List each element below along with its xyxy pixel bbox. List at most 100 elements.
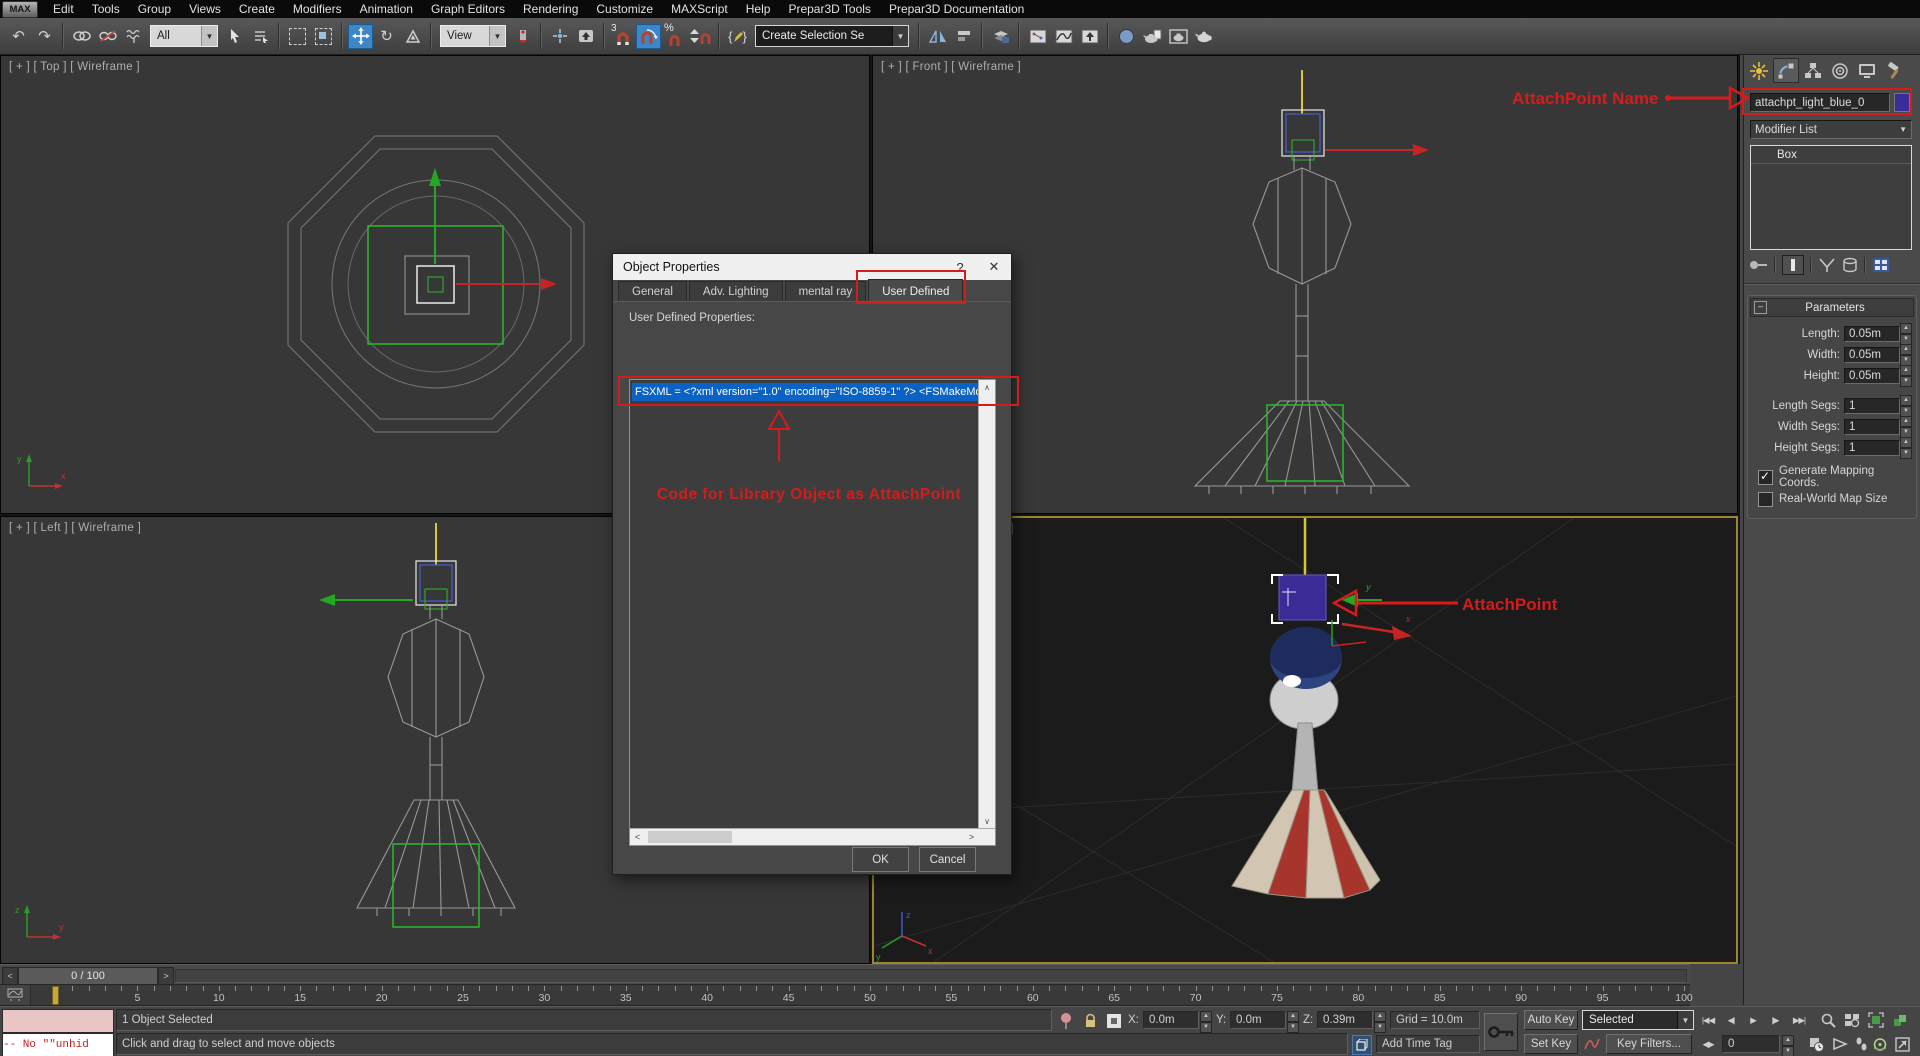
scroll-left-icon[interactable]: <	[630, 829, 645, 845]
key-mode-toggle-icon[interactable]: ◀▶	[1698, 1035, 1718, 1053]
zoom-extents-all-icon[interactable]	[1890, 1011, 1910, 1029]
select-and-link-icon[interactable]	[69, 24, 94, 49]
schematic-view-icon[interactable]	[1077, 24, 1102, 49]
selection-filter-dropdown[interactable]: All ▼	[150, 25, 218, 47]
select-and-manipulate-icon[interactable]	[547, 24, 572, 49]
make-unique-icon[interactable]	[1818, 257, 1836, 273]
reference-coordinate-system-dropdown[interactable]: View ▼	[440, 25, 506, 47]
menu-item[interactable]: Prepar3D Tools	[779, 0, 880, 18]
maxscript-listener-white[interactable]: -- No ""unhid	[2, 1033, 114, 1056]
menu-item[interactable]: Create	[230, 0, 284, 18]
tab-motion-icon[interactable]	[1827, 58, 1853, 83]
dialog-tab[interactable]: User Defined	[868, 279, 963, 303]
default-in-out-tangents-icon[interactable]	[1582, 1034, 1602, 1054]
tab-create-icon[interactable]	[1746, 58, 1772, 83]
snaps-toggle-icon[interactable]: 3	[610, 24, 635, 49]
y-spinner[interactable]: ▲▼	[1287, 1011, 1299, 1033]
spinner-control[interactable]: ▲▼	[1900, 365, 1912, 387]
pan-view-icon[interactable]	[1830, 1035, 1850, 1053]
time-tag-icon[interactable]	[1352, 1035, 1372, 1055]
redo-icon[interactable]: ↷	[32, 24, 57, 49]
undo-icon[interactable]: ↶	[6, 24, 31, 49]
percent-snap-toggle-icon[interactable]: %	[662, 24, 687, 49]
tab-display-icon[interactable]	[1854, 58, 1880, 83]
go-to-start-icon[interactable]: |◀◀	[1698, 1011, 1718, 1029]
go-to-end-icon[interactable]: ▶▶|	[1788, 1011, 1810, 1029]
parameter-field[interactable]: 1	[1844, 419, 1900, 435]
previous-frame-button[interactable]: <	[2, 967, 18, 985]
angle-snap-toggle-icon[interactable]	[636, 24, 661, 49]
rendered-frame-window-icon[interactable]	[1166, 24, 1191, 49]
select-and-move-icon[interactable]	[348, 24, 373, 49]
configure-modifier-sets-icon[interactable]	[1872, 257, 1890, 273]
checkbox[interactable]	[1758, 492, 1773, 507]
z-coordinate-field[interactable]: 0.39m	[1317, 1011, 1373, 1029]
rectangular-selection-region-icon[interactable]	[285, 24, 310, 49]
mirror-icon[interactable]	[925, 24, 950, 49]
graph-editors-icon[interactable]	[1025, 24, 1050, 49]
select-and-scale-icon[interactable]	[400, 24, 425, 49]
walk-through-icon[interactable]	[1852, 1035, 1870, 1053]
parameter-field[interactable]: 0.05m	[1844, 326, 1900, 342]
bind-to-space-warp-icon[interactable]	[121, 24, 146, 49]
menu-item[interactable]: Views	[180, 0, 230, 18]
selection-lock-icon[interactable]	[1080, 1012, 1100, 1030]
key-filters-button[interactable]: Key Filters...	[1606, 1034, 1692, 1054]
set-keys-button[interactable]	[1484, 1013, 1518, 1051]
menu-item[interactable]: Prepar3D Documentation	[880, 0, 1033, 18]
add-time-tag-field[interactable]: Add Time Tag	[1376, 1035, 1480, 1053]
horizontal-scrollbar[interactable]: < >	[630, 828, 995, 845]
menu-item[interactable]: Tools	[83, 0, 129, 18]
selected-code-line[interactable]: FSXML = <?xml version="1.0" encoding="IS…	[632, 383, 984, 401]
menu-item[interactable]: MAXScript	[662, 0, 737, 18]
parameter-field[interactable]: 0.05m	[1844, 347, 1900, 363]
x-spinner[interactable]: ▲▼	[1200, 1011, 1212, 1033]
max-application-button[interactable]: MAX	[2, 1, 38, 18]
render-setup-icon[interactable]	[1140, 24, 1165, 49]
object-name-field[interactable]: attachpt_light_blue_0	[1750, 93, 1890, 112]
scroll-down-icon[interactable]: ∨	[979, 814, 995, 829]
menu-item[interactable]: Modifiers	[284, 0, 351, 18]
close-button[interactable]: ✕	[979, 254, 1009, 280]
render-production-icon[interactable]	[1192, 24, 1217, 49]
viewport-front-label[interactable]: [ + ] [ Front ] [ Wireframe ]	[881, 61, 1021, 73]
dialog-tab[interactable]: mental ray	[785, 281, 867, 302]
parameter-field[interactable]: 1	[1844, 440, 1900, 456]
select-object-icon[interactable]	[222, 24, 247, 49]
isolate-selection-icon[interactable]	[1056, 1012, 1076, 1030]
tab-utilities-icon[interactable]	[1881, 58, 1907, 83]
menu-item[interactable]: Edit	[44, 0, 83, 18]
next-frame-button[interactable]: >	[158, 967, 174, 985]
play-animation-icon[interactable]: ▶	[1744, 1011, 1762, 1029]
keyboard-shortcut-override-icon[interactable]	[573, 24, 598, 49]
spinner-control[interactable]: ▲▼	[1900, 395, 1912, 417]
edit-named-selection-sets-icon[interactable]: { }	[725, 24, 750, 49]
spinner-control[interactable]: ▲▼	[1900, 416, 1912, 438]
modifier-stack-item[interactable]: Box	[1751, 146, 1911, 164]
use-pivot-center-icon[interactable]	[510, 24, 535, 49]
zoom-icon[interactable]	[1818, 1011, 1838, 1029]
zoom-all-icon[interactable]	[1842, 1011, 1862, 1029]
modifier-list-dropdown[interactable]: Modifier List ▼	[1750, 120, 1912, 139]
curve-editor-icon[interactable]	[1051, 24, 1076, 49]
menu-item[interactable]: Animation	[351, 0, 422, 18]
spinner-control[interactable]: ▲▼	[1900, 323, 1912, 345]
tab-modify-icon[interactable]	[1773, 58, 1799, 83]
modifier-stack[interactable]: Box	[1750, 145, 1912, 250]
maximize-viewport-toggle-icon[interactable]	[1892, 1035, 1912, 1053]
previous-key-icon[interactable]: ◀|	[1722, 1011, 1740, 1029]
parameter-field[interactable]: 0.05m	[1844, 368, 1900, 384]
parameter-field[interactable]: 1	[1844, 398, 1900, 414]
x-coordinate-field[interactable]: 0.0m	[1143, 1011, 1199, 1029]
align-icon[interactable]	[951, 24, 976, 49]
scroll-up-icon[interactable]: ∧	[979, 380, 995, 395]
spinner-control[interactable]: ▲▼	[1900, 437, 1912, 459]
absolute-mode-transform-icon[interactable]	[1104, 1012, 1124, 1030]
window-crossing-toggle-icon[interactable]	[311, 24, 336, 49]
current-frame-marker[interactable]	[52, 986, 59, 1005]
material-editor-icon[interactable]	[1114, 24, 1139, 49]
menu-item[interactable]: Rendering	[514, 0, 587, 18]
viewport-left-label[interactable]: [ + ] [ Left ] [ Wireframe ]	[9, 522, 141, 534]
pin-stack-icon[interactable]	[1748, 258, 1768, 272]
menu-item[interactable]: Customize	[587, 0, 662, 18]
